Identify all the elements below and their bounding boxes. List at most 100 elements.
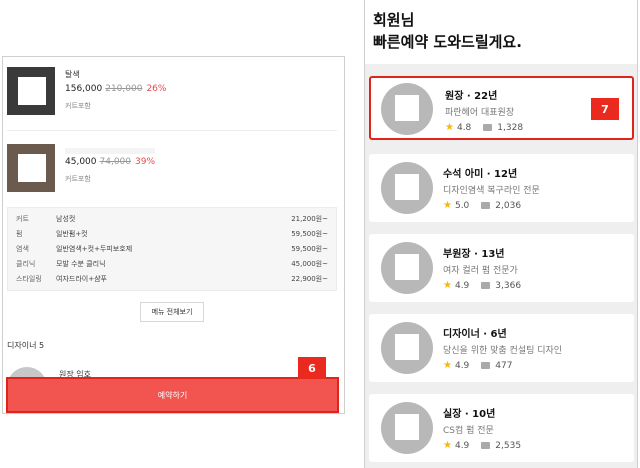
menu-table: 커트 남성컷 21,200원~ 펌 일반펌+컷 59,500원~ 염색 일반염색… [7,207,337,291]
designer-section-heading: 디자이너 5 [7,341,45,350]
designer-meta: ★ 4.8 1,328 [445,122,523,133]
face-blur [395,254,419,280]
menu-item: 일반염색+컷+두피보호제 [56,245,133,253]
designer-desc: 당신을 위한 맞춤 컨설팅 디자인 [443,346,563,356]
designer-desc: 여자 컬러 펌 전문가 [443,266,518,276]
face-blur [395,334,419,360]
table-row: 커트 남성컷 21,200원~ [8,211,336,225]
designer-review-count: 2,036 [495,200,522,211]
designer-card[interactable]: 실장 · 10년 CS컴 펌 전문 ★ 4.9 2,535 [369,394,634,462]
discount-rate: 39% [135,157,156,167]
designer-name: 원장 · 22년 [445,91,498,102]
reserve-button-label: 예약하기 [157,390,188,400]
face-blur [395,174,419,200]
designer-rating: 4.8 [456,122,472,133]
menu-category: 염색 [16,245,29,253]
quick-reserve-panel: 회원님 빠른예약 도와드릴게요. 원장 · 22년 파란헤어 대표원장 ★ 4.… [364,0,638,468]
menu-category: 펌 [16,230,23,238]
designer-name: 부원장 · 13년 [443,249,505,260]
price-current: 156,000 [65,84,103,94]
designer-name: 수석 아미 · 12년 [443,169,518,180]
service-item[interactable]: 45,000 74,000 39% 커트포함 [7,144,337,196]
face-blur [18,154,46,182]
menu-item: 여자드라이+샴푸 [56,275,107,283]
review-icon [481,442,491,449]
designer-review-count: 1,328 [497,122,524,133]
table-row: 스타일링 여자드라이+샴푸 22,900원~ [8,271,336,285]
designer-review-count: 477 [495,360,513,371]
menu-category: 클리닉 [16,260,36,268]
service-name-hidden [65,148,155,154]
service-thumbnail [7,144,55,192]
service-price: 156,000 210,000 26% [65,84,166,94]
avatar [381,402,433,454]
step-badge: 7 [591,98,619,120]
designer-desc: CS컴 펌 전문 [443,426,494,436]
designer-rating: 4.9 [454,440,470,451]
designer-review-count: 3,366 [495,280,522,291]
review-icon [481,362,491,369]
service-price: 45,000 74,000 39% [65,157,155,167]
star-icon: ★ [443,200,452,211]
designer-review-count: 2,535 [495,440,522,451]
designer-card[interactable]: 수석 아미 · 12년 디자인염색 복구라인 전문 ★ 5.0 2,036 [369,154,634,222]
price-current: 45,000 [65,157,97,167]
review-icon [483,124,493,131]
salon-menu-panel: 탈색 156,000 210,000 26% 커트포함 45,000 74,000 39… [2,56,345,414]
designer-desc: 디자인염색 복구라인 전문 [443,186,540,196]
designer-name: 실장 · 10년 [443,409,496,420]
star-icon: ★ [443,440,452,451]
designer-meta: ★ 4.9 3,366 [443,280,521,291]
table-row: 펌 일반펌+컷 59,500원~ [8,226,336,240]
service-option: 커트포함 [65,175,91,183]
designer-rating: 5.0 [454,200,470,211]
face-blur [395,414,419,440]
divider [7,130,337,131]
menu-price: 22,900원~ [291,275,328,283]
menu-price: 59,500원~ [291,245,328,253]
avatar [381,162,433,214]
step-badge: 6 [298,357,326,379]
price-original: 210,000 [105,84,143,94]
review-icon [481,282,491,289]
menu-category: 커트 [16,215,29,223]
menu-item: 일반펌+컷 [56,230,88,238]
service-option: 커트포함 [65,102,91,110]
menu-category: 스타일링 [16,275,42,283]
avatar [381,83,433,135]
avatar [381,242,433,294]
star-icon: ★ [443,280,452,291]
price-original: 74,000 [99,157,132,167]
menu-item: 남성컷 [56,215,76,223]
service-item[interactable]: 탈색 156,000 210,000 26% 커트포함 [7,67,337,119]
menu-item: 모발 수분 클리닉 [56,260,106,268]
greeting-subtitle: 빠른예약 도와드릴게요. [373,33,522,51]
view-full-menu-button[interactable]: 메뉴 전체보기 [140,302,204,322]
designer-name: 디자이너 · 6년 [443,329,507,340]
discount-rate: 26% [146,84,167,94]
service-thumbnail [7,67,55,115]
designer-meta: ★ 5.0 2,036 [443,200,521,211]
designer-desc: 파란헤어 대표원장 [445,108,515,118]
menu-price: 21,200원~ [291,215,328,223]
designer-meta: ★ 4.9 477 [443,360,512,371]
designer-card[interactable]: 디자이너 · 6년 당신을 위한 맞춤 컨설팅 디자인 ★ 4.9 477 [369,314,634,382]
star-icon: ★ [443,360,452,371]
table-row: 염색 일반염색+컷+두피보호제 59,500원~ [8,241,336,255]
designer-rating: 4.9 [454,360,470,371]
star-icon: ★ [445,122,454,133]
screenshot-root: 탈색 156,000 210,000 26% 커트포함 45,000 74,000 39… [0,0,640,468]
review-icon [481,202,491,209]
menu-price: 45,000원~ [291,260,328,268]
table-row: 클리닉 모발 수분 클리닉 45,000원~ [8,256,336,270]
menu-price: 59,500원~ [291,230,328,238]
greeting-title: 회원님 [373,11,415,29]
designer-meta: ★ 4.9 2,535 [443,440,521,451]
service-name: 탈색 [65,70,80,79]
greeting-header: 회원님 빠른예약 도와드릴게요. [365,0,637,64]
avatar [381,322,433,374]
face-blur [18,77,46,105]
designer-rating: 4.9 [454,280,470,291]
reserve-button[interactable]: 예약하기 [6,377,339,413]
designer-card[interactable]: 부원장 · 13년 여자 컬러 펌 전문가 ★ 4.9 3,366 [369,234,634,302]
